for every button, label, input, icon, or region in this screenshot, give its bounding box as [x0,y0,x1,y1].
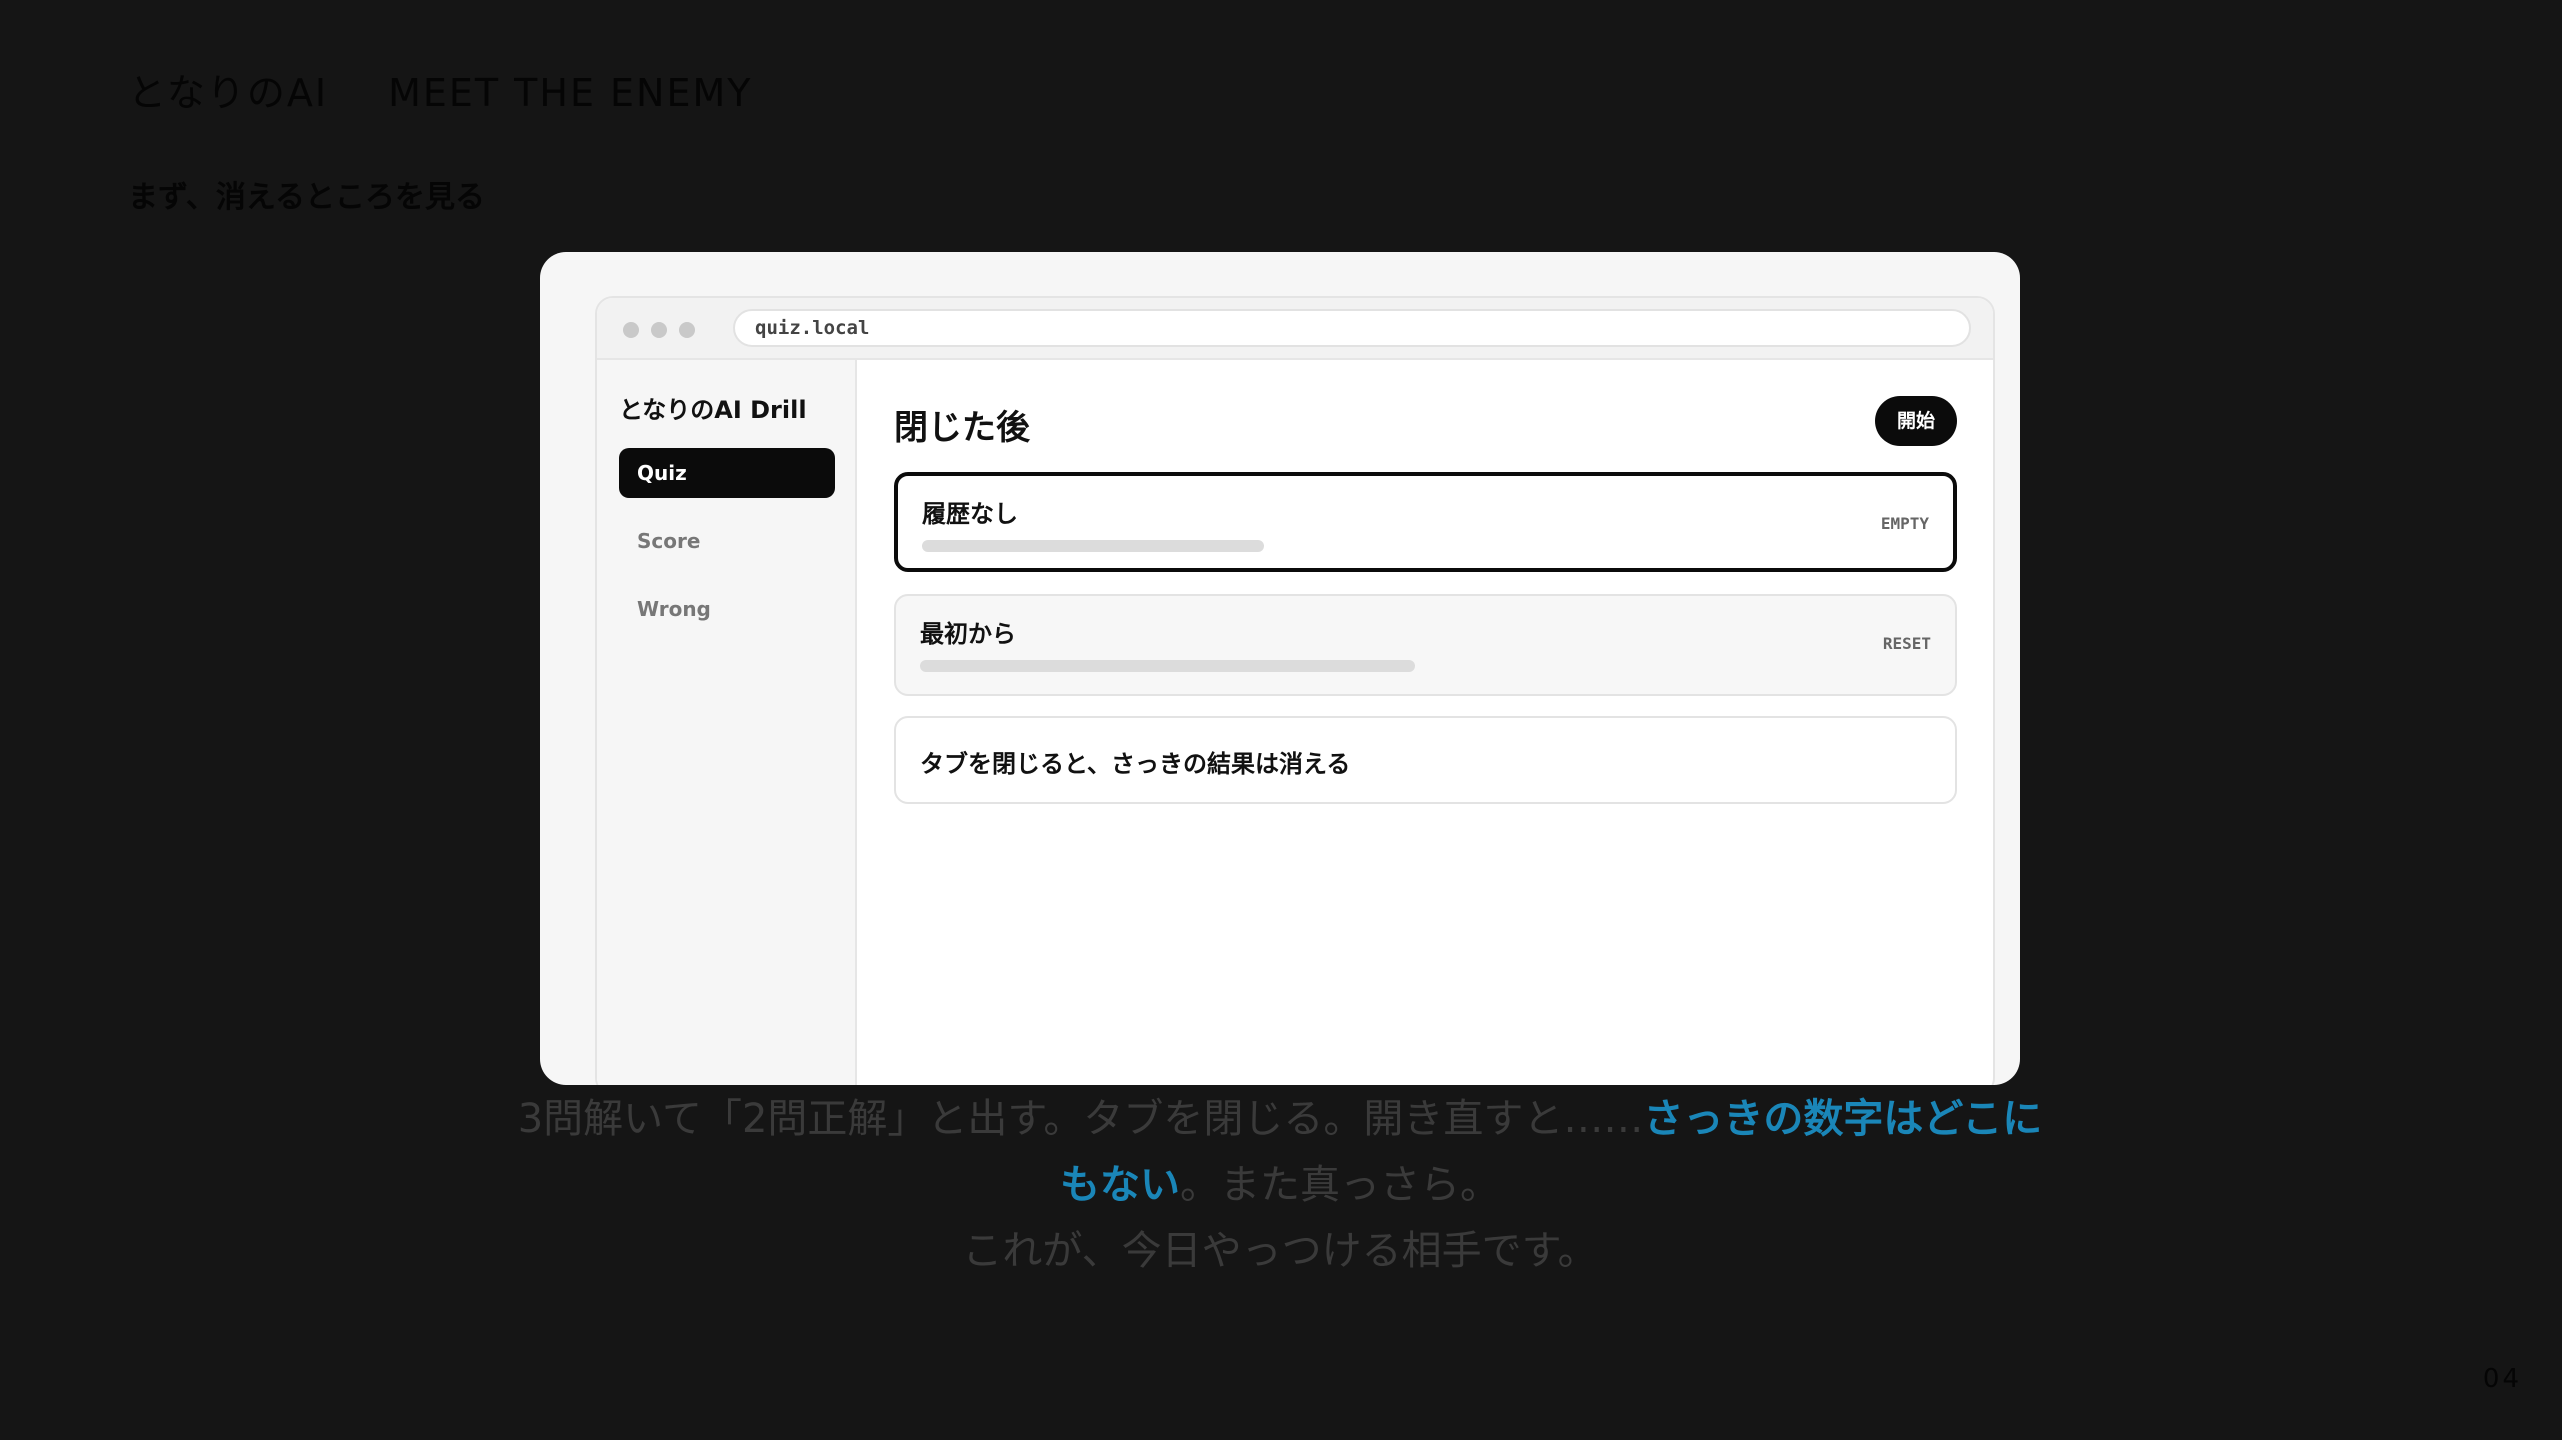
page-title: 閉じた後 [894,408,1030,448]
status-badge: EMPTY [1880,514,1929,533]
item-label: 履歴なし [922,500,1018,528]
slide-brand-line: となりのAI MEET THE ENEMY [128,62,753,117]
item-label: タブを閉じると、さっきの結果は消える [920,750,1351,778]
caption-text: 3問解いて「2問正解」と出す。タブを閉じる。開き直すと…… [517,1096,1644,1142]
progress-bar [920,660,1415,672]
progress-bar [922,540,1264,552]
item-label: 最初から [920,620,1016,648]
screenshot-card: quiz.local となりのAI Drill Quiz Score Wrong… [540,252,2020,1085]
slide-subheading: まず、消えるところを見る [128,180,485,215]
sidebar-item-score[interactable]: Score [619,516,835,566]
window-close-dot-icon[interactable] [623,322,639,338]
caption-text-2: 。また真っさら。 [1180,1162,1500,1208]
section-title: MEET THE ENEMY [388,71,753,115]
sidebar-item-quiz[interactable]: Quiz [619,448,835,498]
address-bar[interactable]: quiz.local [733,309,1971,347]
page-number: 04 [2482,1364,2522,1394]
slide-caption: 3問解いて「2問正解」と出す。タブを閉じる。開き直すと……さっきの数字はどこにも… [500,1086,2060,1284]
status-badge: RESET [1882,634,1931,653]
browser-window: quiz.local となりのAI Drill Quiz Score Wrong… [595,296,1995,1085]
caption-line-3: これが、今日やっつける相手です。 [962,1228,1598,1274]
browser-toolbar: quiz.local [597,298,1993,360]
sidebar-item-wrong[interactable]: Wrong [619,584,835,634]
list-item-history-empty[interactable]: 履歴なし EMPTY [894,472,1957,572]
app-sidebar: となりのAI Drill Quiz Score Wrong [597,360,857,1085]
window-zoom-dot-icon[interactable] [679,322,695,338]
brand-name: となりのAI [128,71,329,115]
list-item-note: タブを閉じると、さっきの結果は消える [894,716,1957,804]
list-item-reset[interactable]: 最初から RESET [894,594,1957,696]
app-main: 閉じた後 開始 履歴なし EMPTY 最初から RESET タブを閉じると、さっ… [857,360,1993,1085]
app-title: となりのAI Drill [619,396,807,424]
window-minimize-dot-icon[interactable] [651,322,667,338]
start-button[interactable]: 開始 [1875,396,1957,446]
